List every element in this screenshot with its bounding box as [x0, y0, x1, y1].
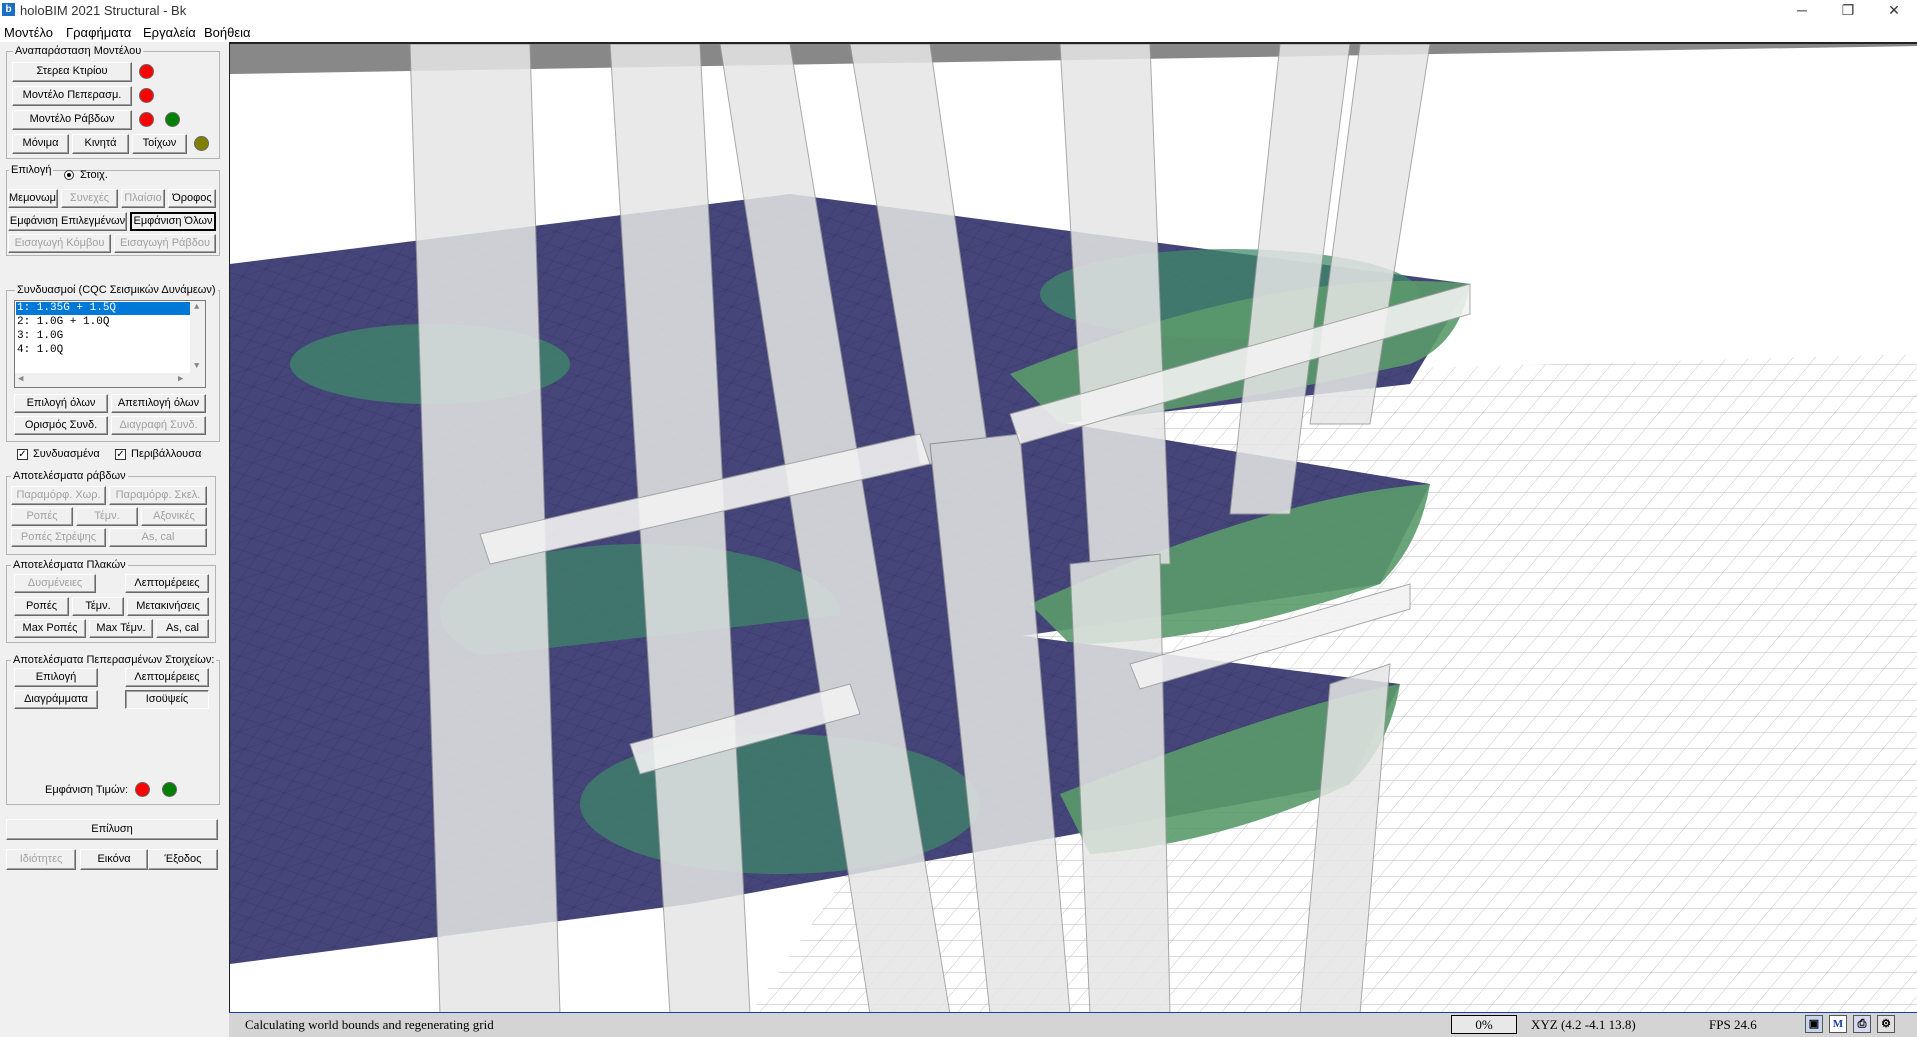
max-shear-button[interactable]: Max Τέμν. [89, 619, 153, 638]
combinations-title: Συνδυασμοί (CQC Σεισμικών Δυνάμεων) [15, 284, 218, 296]
scroll-left-icon[interactable]: ◀ [18, 374, 23, 384]
slab-results-title: Αποτελέσματα Πλακών [11, 559, 128, 571]
image-button[interactable]: Εικόνα [80, 849, 148, 870]
define-combination-button[interactable]: Ορισμός Συνδ. [14, 416, 108, 435]
fe-details-button[interactable]: Λεπτομέρειες [125, 668, 209, 687]
fe-results-title: Αποτελέσματα Πεπερασμένων Στοιχείων: [11, 654, 217, 666]
insert-node-button[interactable]: Εισαγωγή Κόμβου [8, 234, 111, 253]
fe-select-button[interactable]: Επιλογή [14, 668, 98, 687]
menu-bar: Μοντέλο Γραφήματα Εργαλεία Βοήθεια [0, 22, 1917, 42]
close-button[interactable]: ✕ [1871, 0, 1917, 22]
isolated-button[interactable]: Μεμονωμ. [8, 189, 58, 208]
3d-viewport[interactable] [229, 42, 1917, 1037]
combinations-list[interactable]: 1: 1.35G + 1.5Q 2: 1.0G + 1.0Q 3: 1.0G 4… [14, 300, 206, 388]
spatial-deformation-button[interactable]: Παραμόρφ. Χωρ. [11, 486, 106, 505]
combined-checkbox[interactable]: ✓ [17, 449, 28, 460]
show-all-button[interactable]: Εμφάνιση Όλων [130, 212, 216, 231]
progress-indicator: 0% [1451, 1015, 1517, 1034]
slab-moments-button[interactable]: Ροπές [14, 597, 69, 616]
list-item[interactable]: 2: 1.0G + 1.0Q [16, 316, 109, 329]
monitor-icon[interactable]: ▣ [1805, 1015, 1823, 1033]
max-moments-button[interactable]: Max Ροπές [14, 619, 86, 638]
finite-element-model-button[interactable]: Μοντέλο Πεπερασμ. [12, 86, 132, 106]
slab-as-cal-button[interactable]: As, cal [156, 619, 209, 638]
status-message: Calculating world bounds and regeneratin… [245, 1017, 494, 1032]
scroll-right-icon[interactable]: ▶ [178, 374, 183, 384]
settings-icon[interactable]: ⚙ [1877, 1015, 1895, 1033]
walls-button[interactable]: Τοίχων [132, 134, 187, 154]
frame-button[interactable]: Πλαίσιο [121, 189, 165, 208]
element-radio[interactable] [64, 170, 74, 180]
slab-details-button[interactable]: Λεπτομέρειες [125, 574, 209, 593]
status-bar: Calculating world bounds and regeneratin… [229, 1012, 1917, 1037]
deselect-all-button[interactable]: Απεπιλογή όλων [111, 394, 206, 413]
list-item[interactable]: 3: 1.0G [16, 330, 63, 343]
envelope-checkbox[interactable]: ✓ [115, 449, 126, 460]
xyz-coordinates: XYZ (4.2 -4.1 13.8) [1531, 1017, 1636, 1032]
combined-label: Συνδυασμένα [33, 448, 100, 460]
select-all-button[interactable]: Επιλογή όλων [14, 394, 108, 413]
scroll-down-icon[interactable]: ▼ [194, 361, 199, 371]
contours-button[interactable]: Ισοϋψείς [125, 690, 209, 709]
bar-axial-button[interactable]: Αξονικές [141, 507, 207, 526]
list-vertical-scrollbar[interactable]: ▲ ▼ [190, 301, 205, 373]
show-values-green-indicator[interactable] [162, 782, 177, 797]
title-bar: b holoBIM 2021 Structural - Bk ─ ❐ ✕ [0, 0, 1917, 22]
insert-bar-button[interactable]: Εισαγωγή Ράβδου [114, 234, 216, 253]
bar-shear-button[interactable]: Τέμν. [76, 507, 138, 526]
properties-button[interactable]: Ιδιότητες [6, 849, 76, 870]
walls-olive-indicator[interactable] [194, 136, 209, 151]
minimize-button[interactable]: ─ [1779, 0, 1825, 22]
torsion-moments-button[interactable]: Ροπές Στρέψης [11, 528, 106, 547]
control-panel: Αναπαράσταση Μοντέλου Στερεα Κτιρίου Μον… [0, 0, 228, 1037]
bar-as-cal-button[interactable]: As, cal [109, 528, 207, 547]
slab-displacements-button[interactable]: Μετακινήσεις [127, 597, 209, 616]
scroll-up-icon[interactable]: ▲ [194, 302, 199, 312]
restore-button[interactable]: ❐ [1825, 0, 1871, 22]
slab-forces-button[interactable]: Δυσμένειες [14, 574, 96, 593]
list-item[interactable]: 1: 1.35G + 1.5Q [16, 302, 191, 315]
m-mode-icon[interactable]: M [1829, 1015, 1847, 1033]
solid-building-button[interactable]: Στερεα Κτιρίου [12, 62, 132, 82]
solid-building-red-indicator[interactable] [139, 64, 154, 79]
exit-button[interactable]: Έξοδος [148, 849, 218, 870]
representation-title: Αναπαράσταση Μοντέλου [13, 45, 144, 57]
diagrams-button[interactable]: Διαγράμματα [14, 690, 98, 709]
slab-shear-button[interactable]: Τέμν. [72, 597, 124, 616]
show-selected-button[interactable]: Εμφάνιση Επιλεγμένων [8, 212, 127, 231]
element-radio-label: Στοιχ. [80, 169, 108, 181]
permanent-button[interactable]: Μόνιμα [12, 134, 69, 154]
show-values-label: Εμφάνιση Τιμών: [45, 784, 129, 796]
structure-render [230, 44, 1917, 1014]
bar-model-red-indicator[interactable] [139, 112, 154, 127]
skeleton-deformation-button[interactable]: Παραμόρφ. Σκελ. [109, 486, 207, 505]
list-horizontal-scrollbar[interactable]: ◀ ▶ [15, 373, 205, 387]
bar-results-title: Αποτελέσματα ράβδων [11, 470, 128, 482]
print-icon[interactable]: ⎙ [1853, 1015, 1871, 1033]
delete-combination-button[interactable]: Διαγραφή Συνδ. [111, 416, 206, 435]
floor-button[interactable]: Όροφος [168, 189, 216, 208]
selection-title: Επιλογή [9, 164, 54, 176]
bar-moments-button[interactable]: Ροπές [11, 507, 73, 526]
bar-model-green-indicator[interactable] [165, 112, 180, 127]
moving-button[interactable]: Κινητά [72, 134, 129, 154]
bar-model-button[interactable]: Μοντέλο Ράβδων [12, 110, 132, 130]
list-item[interactable]: 4: 1.0Q [16, 344, 63, 357]
fe-model-red-indicator[interactable] [139, 88, 154, 103]
fps-counter: FPS 24.6 [1709, 1017, 1757, 1032]
envelope-label: Περιβάλλουσα [131, 448, 202, 460]
continuous-button[interactable]: Συνεχές [61, 189, 118, 208]
show-values-red-indicator[interactable] [135, 782, 150, 797]
solve-button[interactable]: Επίλυση [6, 819, 218, 840]
